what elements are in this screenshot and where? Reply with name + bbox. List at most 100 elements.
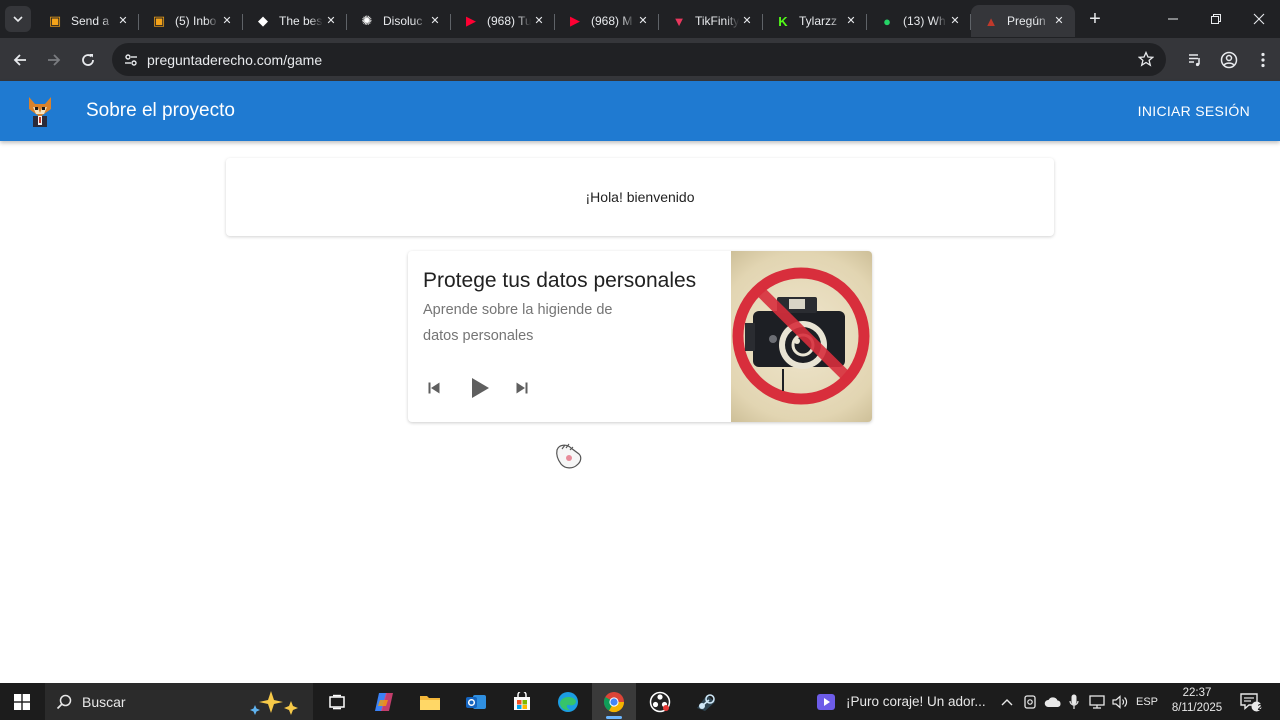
chrome-app[interactable] <box>592 683 636 720</box>
tab-close-icon[interactable]: ✕ <box>947 13 963 29</box>
news-headline[interactable]: ¡Puro coraje! Un ador... <box>846 694 986 709</box>
browser-tab[interactable]: ▼ TikFinity ✕ <box>659 5 763 37</box>
tab-title: (13) Wh <box>903 14 946 28</box>
arrow-left-icon <box>13 53 26 66</box>
app-bar: Sobre el proyecto INICIAR SESIÓN <box>0 81 1280 141</box>
network-button[interactable] <box>1086 683 1108 720</box>
microphone-button[interactable] <box>1066 683 1082 720</box>
browser-menu-button[interactable] <box>1246 52 1280 68</box>
browser-tab[interactable]: ▶ (968) M ✕ <box>555 5 659 37</box>
openai-icon: ✺ <box>361 13 373 28</box>
taskbar-search[interactable]: Buscar <box>45 683 313 720</box>
search-icon <box>56 694 72 709</box>
steam-app[interactable] <box>684 683 728 720</box>
reload-icon <box>82 53 94 66</box>
tab-close-icon[interactable]: ✕ <box>115 13 131 29</box>
task-view-button[interactable] <box>315 683 359 720</box>
folder-icon <box>420 695 440 710</box>
browser-tab[interactable]: ▲ Pregún ✕ <box>971 5 1075 37</box>
tab-close-icon[interactable]: ✕ <box>219 13 235 29</box>
forward-button[interactable] <box>37 43 71 77</box>
clock-button[interactable]: 22:37 8/11/2025 <box>1166 686 1228 716</box>
tab-close-icon[interactable]: ✕ <box>1051 13 1067 29</box>
window-controls <box>1151 0 1280 38</box>
no-camera-icon <box>732 267 870 405</box>
youtube-icon: ▶ <box>466 13 476 28</box>
onedrive-button[interactable] <box>1042 683 1064 720</box>
input-language-button[interactable]: ESP <box>1134 683 1160 720</box>
address-bar[interactable]: preguntaderecho.com/game <box>112 43 1166 76</box>
browser-tab[interactable]: ▣ (5) Inbo ✕ <box>139 5 243 37</box>
reload-button[interactable] <box>71 43 105 77</box>
browser-tab[interactable]: ◆ The bes ✕ <box>243 5 347 37</box>
news-widget[interactable]: ¡Puro coraje! Un ador... <box>816 683 986 720</box>
tab-title: Disoluc <box>383 14 423 28</box>
tab-close-icon[interactable]: ✕ <box>427 13 443 29</box>
tab-close-icon[interactable]: ✕ <box>739 13 755 29</box>
site-info-button[interactable] <box>116 52 146 68</box>
kick-icon: K <box>778 13 788 29</box>
next-button[interactable] <box>508 374 536 402</box>
steam-icon <box>697 693 715 711</box>
close-icon <box>1253 13 1264 25</box>
browser-tab[interactable]: ▣ Send a ✕ <box>35 5 139 37</box>
account-icon <box>1220 51 1238 68</box>
restore-button[interactable] <box>1194 0 1237 38</box>
network-icon <box>1089 694 1105 709</box>
new-tab-button[interactable]: + <box>1081 5 1109 33</box>
url-text[interactable]: preguntaderecho.com/game <box>147 52 322 68</box>
lesson-image <box>731 251 872 422</box>
media-controls-button[interactable] <box>1178 52 1212 68</box>
outlook-app[interactable] <box>454 683 498 720</box>
browser-tab[interactable]: ✺ Disoluc ✕ <box>347 5 451 37</box>
restore-icon <box>1210 14 1221 24</box>
minimize-icon <box>1167 18 1178 20</box>
mail-orange-icon: ▣ <box>152 13 166 28</box>
store-icon <box>514 691 530 710</box>
browser-tab[interactable]: K Tylarzz ✕ <box>763 5 867 37</box>
tab-close-icon[interactable]: ✕ <box>843 13 859 29</box>
obs-icon <box>649 691 671 712</box>
app-title-link[interactable]: Sobre el proyecto <box>86 100 235 122</box>
edge-app[interactable] <box>546 683 590 720</box>
fox-logo-icon[interactable] <box>26 95 54 129</box>
previous-button[interactable] <box>420 374 448 402</box>
tray-app-button[interactable] <box>1020 683 1040 720</box>
show-hidden-icons-button[interactable] <box>998 683 1016 720</box>
windows-logo-icon <box>14 693 30 710</box>
tab-close-icon[interactable]: ✕ <box>635 13 651 29</box>
start-button[interactable] <box>0 683 44 720</box>
browser-tab[interactable]: ● (13) Wh ✕ <box>867 5 971 37</box>
tab-list: ▣ Send a ✕ ▣ (5) Inbo ✕ ◆ The bes ✕ ✺ Disoluc ✕ ▶ (96… <box>35 0 1075 38</box>
tune-icon <box>125 53 137 66</box>
video-icon <box>817 693 835 710</box>
close-window-button[interactable] <box>1237 0 1280 38</box>
tab-close-icon[interactable]: ✕ <box>531 13 547 29</box>
profile-button[interactable] <box>1212 51 1246 69</box>
tab-title: Pregún <box>1007 14 1046 28</box>
copilot-app[interactable] <box>362 683 406 720</box>
search-placeholder[interactable]: Buscar <box>82 694 126 710</box>
minimize-button[interactable] <box>1151 0 1194 38</box>
queue-music-icon <box>1189 53 1200 66</box>
tab-close-icon[interactable]: ✕ <box>323 13 339 29</box>
play-icon <box>472 378 489 398</box>
task-view-icon <box>329 694 345 709</box>
bookmark-button[interactable] <box>1137 50 1155 72</box>
pastebin-like-orange-icon: ▣ <box>48 13 62 28</box>
login-button[interactable]: INICIAR SESIÓN <box>1138 103 1250 119</box>
tab-title: (968) M <box>591 14 633 28</box>
back-button[interactable] <box>3 43 37 77</box>
notifications-button[interactable]: 2 <box>1236 683 1266 720</box>
volume-button[interactable] <box>1110 683 1130 720</box>
clock-date: 8/11/2025 <box>1171 702 1223 714</box>
obs-app[interactable] <box>638 683 682 720</box>
microsoft-store-app[interactable] <box>500 683 544 720</box>
play-button[interactable] <box>465 374 495 402</box>
file-explorer-app[interactable] <box>408 683 452 720</box>
tab-search-button[interactable] <box>5 6 31 32</box>
tab-title: Tylarzz <box>799 14 838 28</box>
skip-next-icon <box>516 382 528 394</box>
browser-tab[interactable]: ▶ (968) Tu ✕ <box>451 5 555 37</box>
tab-title: The bes <box>279 14 323 28</box>
